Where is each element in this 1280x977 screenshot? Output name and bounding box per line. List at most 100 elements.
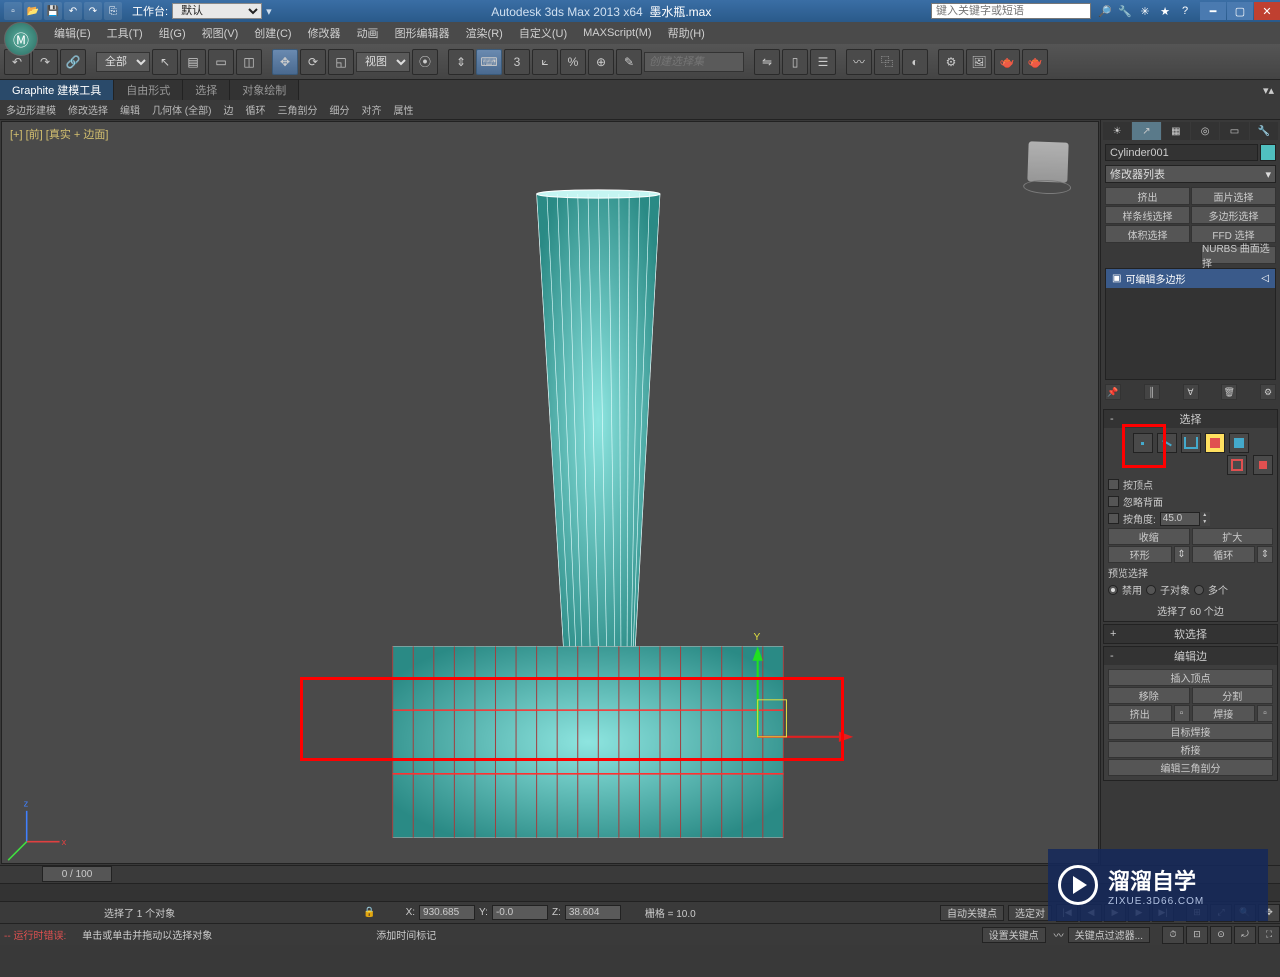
selection-filter[interactable]: 全部 xyxy=(96,52,150,72)
ribbon-panel[interactable]: 细分 xyxy=(323,100,355,119)
search-input[interactable] xyxy=(931,3,1091,19)
object-name-field[interactable] xyxy=(1105,144,1258,161)
subobj-vertex-icon[interactable] xyxy=(1133,433,1153,453)
goto-start-icon[interactable]: |◀ xyxy=(1056,904,1078,922)
viewport-nav-icon[interactable]: ⤢ xyxy=(1210,904,1232,922)
config-icon[interactable]: ⚙ xyxy=(1260,384,1276,400)
mod-nurbs-button[interactable]: NURBS 曲面选择 xyxy=(1201,246,1276,264)
schematic-icon[interactable]: ⿻ xyxy=(874,49,900,75)
prev-frame-icon[interactable]: ◀ xyxy=(1080,904,1102,922)
scale-icon[interactable]: ◱ xyxy=(328,49,354,75)
exchange-icon[interactable]: ✳ xyxy=(1137,3,1153,19)
mod-extrude-button[interactable]: 挤出 xyxy=(1105,187,1190,205)
weld-settings-icon[interactable]: ▫ xyxy=(1257,705,1273,722)
render-frame-icon[interactable]: 🖼 xyxy=(966,49,992,75)
help-icon[interactable]: ? xyxy=(1177,3,1193,19)
rollout-header-selection[interactable]: 选择 xyxy=(1104,410,1277,428)
edit-named-sel-icon[interactable]: ✎ xyxy=(616,49,642,75)
paint-sel-icon[interactable] xyxy=(1253,455,1273,475)
ribbon-panel[interactable]: 边 xyxy=(217,100,239,119)
extrude-settings-icon[interactable]: ▫ xyxy=(1174,705,1190,722)
ignore-backfacing-checkbox[interactable] xyxy=(1108,496,1119,507)
remove-button[interactable]: 移除 xyxy=(1108,687,1190,704)
remove-mod-icon[interactable]: 🗑 xyxy=(1221,384,1237,400)
subobj-border-icon[interactable] xyxy=(1181,433,1201,453)
time-slider[interactable]: 0 / 100 xyxy=(0,865,1280,883)
keyboard-shortcut-icon[interactable]: ⌨ xyxy=(476,49,502,75)
select-window-icon[interactable]: ◫ xyxy=(236,49,262,75)
object-color-swatch[interactable] xyxy=(1260,144,1276,161)
rollout-header-editedge[interactable]: 编辑边 xyxy=(1104,647,1277,665)
preview-subobj-radio[interactable] xyxy=(1146,585,1156,595)
ribbon-tab-paint[interactable]: 对象绘制 xyxy=(230,80,299,100)
auto-key-button[interactable]: 自动关键点 xyxy=(940,905,1004,921)
menu-edit[interactable]: 编辑(E) xyxy=(46,23,99,43)
align-icon[interactable]: ▯ xyxy=(782,49,808,75)
loop-spinner[interactable]: ⇕ xyxy=(1257,546,1273,563)
modifier-list-dropdown[interactable]: 修改器列表▾ xyxy=(1105,165,1276,183)
viewport[interactable]: [+] [前] [真实 + 边面] xyxy=(1,121,1099,864)
subobj-edge-icon[interactable] xyxy=(1157,433,1177,453)
snap-3-icon[interactable]: 3 xyxy=(504,49,530,75)
play-icon[interactable]: ▶ xyxy=(1104,904,1126,922)
subobj-polygon-icon[interactable] xyxy=(1205,433,1225,453)
by-vertex-checkbox[interactable] xyxy=(1108,479,1119,490)
angle-snap-icon[interactable]: ⟀ xyxy=(532,49,558,75)
mirror-icon[interactable]: ⇋ xyxy=(754,49,780,75)
subscription-icon[interactable]: 🔧 xyxy=(1117,3,1133,19)
spinner-snap-icon[interactable]: ⊕ xyxy=(588,49,614,75)
bridge-button[interactable]: 桥接 xyxy=(1108,741,1273,758)
loop-button[interactable]: 循环 xyxy=(1192,546,1256,563)
time-slider-thumb[interactable]: 0 / 100 xyxy=(42,866,112,882)
material-editor-icon[interactable]: ◐ xyxy=(902,49,928,75)
key-mode-icon[interactable]: 〰 xyxy=(1054,927,1064,942)
nav-icon[interactable]: ⛶ xyxy=(1258,926,1280,944)
menu-views[interactable]: 视图(V) xyxy=(194,23,247,43)
qat-open-icon[interactable]: 📂 xyxy=(24,2,42,20)
coord-y[interactable]: -0.0 xyxy=(492,905,548,920)
ring-spinner[interactable]: ⇕ xyxy=(1174,546,1190,563)
nav-icon[interactable]: ⊙ xyxy=(1210,926,1232,944)
close-button[interactable]: ✕ xyxy=(1254,2,1280,20)
mod-polyselect-button[interactable]: 多边形选择 xyxy=(1191,206,1276,224)
render-icon[interactable]: 🫖 xyxy=(994,49,1020,75)
move-icon[interactable]: ✥ xyxy=(272,49,298,75)
key-filters-button[interactable]: 关键点过滤器... xyxy=(1068,927,1150,943)
coord-x[interactable]: 930.685 xyxy=(419,905,475,920)
window-crossing-icon[interactable] xyxy=(1227,455,1247,475)
modifier-stack[interactable]: ▣可编辑多边形◁ xyxy=(1105,268,1276,380)
viewport-nav-icon[interactable]: ⊞ xyxy=(1186,904,1208,922)
minimize-button[interactable]: ━ xyxy=(1200,2,1226,20)
menu-tools[interactable]: 工具(T) xyxy=(99,23,151,43)
menu-help[interactable]: 帮助(H) xyxy=(660,23,713,43)
ribbon-tab-selection[interactable]: 选择 xyxy=(183,80,230,100)
show-end-icon[interactable]: ║ xyxy=(1144,384,1160,400)
time-config-icon[interactable]: ⏱ xyxy=(1162,926,1184,944)
menu-animation[interactable]: 动画 xyxy=(349,23,387,43)
favorite-icon[interactable]: ★ xyxy=(1157,3,1173,19)
menu-customize[interactable]: 自定义(U) xyxy=(511,23,575,43)
layers-icon[interactable]: ☰ xyxy=(810,49,836,75)
rotate-icon[interactable]: ⟳ xyxy=(300,49,326,75)
shrink-button[interactable]: 收缩 xyxy=(1108,528,1190,545)
qat-redo-icon[interactable]: ↷ xyxy=(84,2,102,20)
viewport-nav-icon[interactable]: ✥ xyxy=(1258,904,1280,922)
ribbon-tab-freeform[interactable]: 自由形式 xyxy=(114,80,183,100)
angle-spinner[interactable]: ▲▼ xyxy=(1160,512,1210,526)
ribbon-panel[interactable]: 属性 xyxy=(387,100,419,119)
ribbon-panel[interactable]: 对齐 xyxy=(355,100,387,119)
render-prod-icon[interactable]: 🫖 xyxy=(1022,49,1048,75)
mod-patchselect-button[interactable]: 面片选择 xyxy=(1191,187,1276,205)
add-time-tag[interactable]: 添加时间标记 xyxy=(376,927,436,942)
ribbon-tab-graphite[interactable]: Graphite 建模工具 xyxy=(0,80,114,100)
mod-splineselect-button[interactable]: 样条线选择 xyxy=(1105,206,1190,224)
ribbon-panel[interactable]: 循环 xyxy=(239,100,271,119)
insert-vertex-button[interactable]: 插入顶点 xyxy=(1108,669,1273,686)
set-key-button[interactable]: 设置关键点 xyxy=(982,927,1046,943)
link-icon[interactable]: 🔗 xyxy=(60,49,86,75)
pin-stack-icon[interactable]: 📌 xyxy=(1105,384,1121,400)
lock-icon[interactable]: 🔒 xyxy=(363,907,375,918)
modify-tab-icon[interactable]: ↗ xyxy=(1132,122,1160,140)
qat-save-icon[interactable]: 💾 xyxy=(44,2,62,20)
ribbon-minimize-icon[interactable]: ▾▴ xyxy=(1263,84,1274,97)
